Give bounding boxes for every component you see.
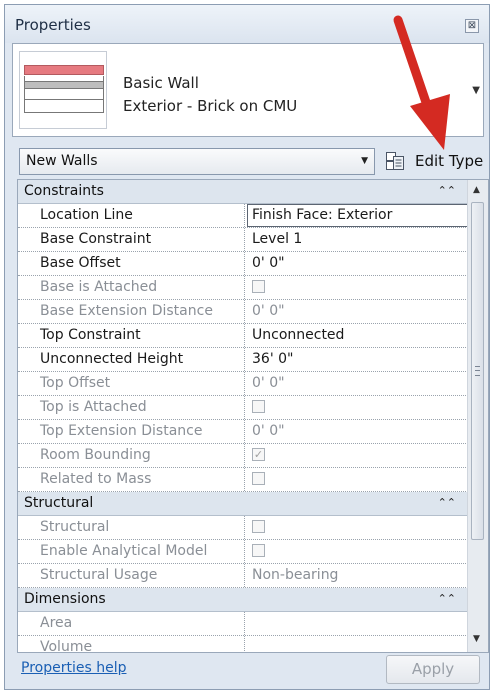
property-row-enable-analytical-model: Enable Analytical Model: [18, 540, 468, 564]
property-row-base-is-attached: Base is Attached: [18, 276, 468, 300]
property-row-base-offset[interactable]: Base Offset 0' 0": [18, 252, 468, 276]
grip-icon: [475, 366, 480, 376]
property-row-base-extension-distance: Base Extension Distance 0' 0": [18, 300, 468, 324]
group-label: Constraints: [24, 183, 104, 199]
property-label: Structural: [18, 516, 245, 539]
dropdown-arrow-icon[interactable]: ▼: [472, 85, 480, 96]
property-row-top-offset: Top Offset 0' 0": [18, 372, 468, 396]
unconnected-height-field[interactable]: 36' 0": [247, 348, 468, 371]
property-value: [247, 276, 468, 299]
property-row-top-is-attached: Top is Attached: [18, 396, 468, 420]
property-value: 0' 0": [252, 303, 285, 319]
collapse-chevron-icon[interactable]: ⌃⌃: [438, 184, 456, 197]
red-arrow-annotation: [393, 15, 450, 150]
property-label: Volume: [18, 636, 245, 652]
edit-type-icon: [386, 152, 404, 170]
collapse-chevron-icon[interactable]: ⌃⌃: [438, 592, 456, 605]
top-constraint-field[interactable]: Unconnected: [247, 324, 468, 347]
property-row-structural-usage: Structural Usage Non-bearing: [18, 564, 468, 588]
properties-grid: Constraints ⌃⌃ Location Line Finish Face…: [17, 179, 489, 653]
property-label: Base is Attached: [18, 276, 245, 299]
wall-layer-insulation: [24, 89, 104, 99]
filter-selected-value: New Walls: [26, 153, 98, 169]
checkbox-icon: [252, 520, 265, 533]
type-name: Exterior - Brick on CMU: [123, 97, 298, 115]
wall-layer-interior: [24, 99, 104, 113]
property-label: Related to Mass: [18, 468, 245, 491]
property-label: Top Offset: [18, 372, 245, 395]
property-label: Room Bounding: [18, 444, 245, 467]
base-constraint-field[interactable]: Level 1: [247, 228, 468, 251]
property-row-unconnected-height[interactable]: Unconnected Height 36' 0": [18, 348, 468, 372]
group-label: Dimensions: [24, 591, 106, 607]
group-header-structural[interactable]: Structural ⌃⌃: [18, 492, 468, 516]
property-value: [247, 396, 468, 419]
property-row-top-extension-distance: Top Extension Distance 0' 0": [18, 420, 468, 444]
property-row-related-to-mass: Related to Mass: [18, 468, 468, 492]
checkbox-icon: [252, 472, 265, 485]
property-label: Base Constraint: [18, 228, 245, 251]
property-label: Top Constraint: [18, 324, 245, 347]
checkbox-icon: [252, 280, 265, 293]
property-label: Base Extension Distance: [18, 300, 245, 323]
property-row-base-constraint[interactable]: Base Constraint Level 1: [18, 228, 468, 252]
property-label: Top is Attached: [18, 396, 245, 419]
palette-title: Properties: [15, 16, 91, 34]
scroll-down-icon[interactable]: ▼: [473, 634, 480, 644]
edit-type-label: Edit Type: [415, 152, 484, 170]
property-label: Location Line: [18, 204, 245, 227]
group-label: Structural: [24, 495, 94, 511]
property-value: [247, 612, 468, 635]
close-icon[interactable]: ⊠: [465, 19, 479, 33]
property-row-structural: Structural: [18, 516, 468, 540]
checkbox-checked-icon: ✓: [252, 448, 265, 461]
property-value: Non-bearing: [252, 567, 339, 583]
property-value: [247, 540, 468, 563]
chevron-down-icon[interactable]: ▼: [361, 156, 368, 166]
group-header-constraints[interactable]: Constraints ⌃⌃: [18, 180, 468, 204]
scrollbar-thumb[interactable]: [471, 202, 484, 540]
apply-button[interactable]: Apply: [386, 655, 480, 684]
property-label: Base Offset: [18, 252, 245, 275]
collapse-chevron-icon[interactable]: ⌃⌃: [438, 496, 456, 509]
property-label: Area: [18, 612, 245, 635]
instance-filter-dropdown[interactable]: New Walls ▼: [19, 148, 375, 175]
property-value: 0' 0": [252, 423, 285, 439]
property-row-top-constraint[interactable]: Top Constraint Unconnected: [18, 324, 468, 348]
type-family-name: Basic Wall: [123, 74, 199, 92]
property-row-volume: Volume: [18, 636, 468, 652]
property-row-location-line[interactable]: Location Line Finish Face: Exterior: [18, 204, 468, 228]
property-label: Unconnected Height: [18, 348, 245, 371]
wall-type-thumbnail: [19, 51, 107, 129]
location-line-field[interactable]: Finish Face: Exterior: [247, 204, 468, 227]
group-header-dimensions[interactable]: Dimensions ⌃⌃: [18, 588, 468, 612]
property-row-room-bounding: Room Bounding ✓: [18, 444, 468, 468]
wall-layer-cmu: [24, 81, 104, 89]
properties-help-link[interactable]: Properties help: [21, 660, 126, 676]
property-row-area: Area: [18, 612, 468, 636]
vertical-scrollbar[interactable]: ▲ ▼: [467, 180, 488, 652]
property-label: Enable Analytical Model: [18, 540, 245, 563]
property-value: 0' 0": [252, 375, 285, 391]
checkbox-icon: [252, 400, 265, 413]
property-label: Structural Usage: [18, 564, 245, 587]
property-value: [247, 636, 468, 652]
base-offset-field[interactable]: 0' 0": [247, 252, 468, 275]
footer: Properties help Apply: [5, 654, 489, 690]
wall-layer-brick: [24, 65, 104, 75]
checkbox-icon: [252, 544, 265, 557]
property-value: [247, 516, 468, 539]
scroll-up-icon[interactable]: ▲: [473, 185, 480, 195]
property-value: ✓: [247, 444, 468, 467]
property-value: [247, 468, 468, 491]
property-label: Top Extension Distance: [18, 420, 245, 443]
